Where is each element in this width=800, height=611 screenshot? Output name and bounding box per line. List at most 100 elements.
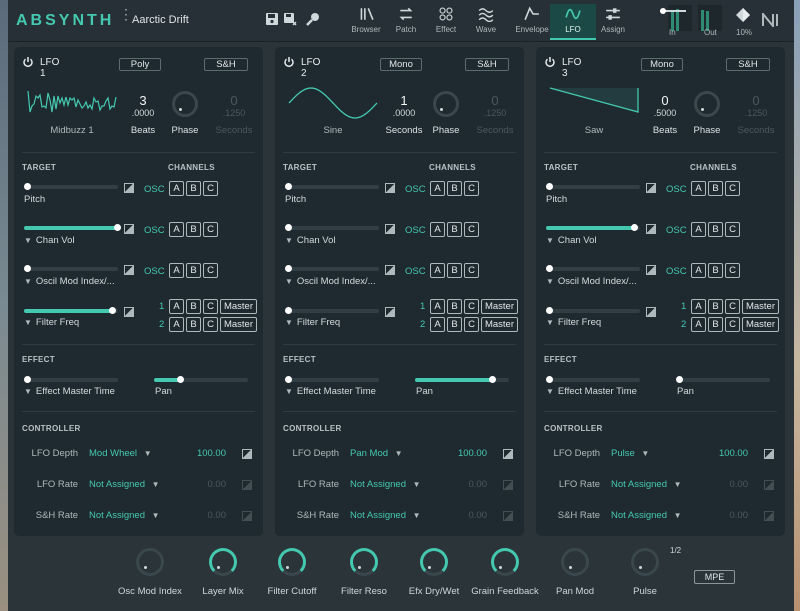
voice-mode-button[interactable]: Poly bbox=[119, 58, 161, 71]
target-label[interactable]: Pitch bbox=[285, 194, 306, 205]
target-slider[interactable] bbox=[546, 224, 640, 231]
macro-knob[interactable] bbox=[278, 548, 306, 576]
controller-source-dropdown[interactable]: Not Assigned ▼ bbox=[89, 479, 164, 490]
filter-1-channel-a-button[interactable]: A bbox=[691, 299, 706, 314]
tools-icon[interactable] bbox=[306, 12, 320, 26]
controller-polarity-icon[interactable] bbox=[242, 449, 252, 459]
filter-1-channel-a-button[interactable]: A bbox=[430, 299, 445, 314]
channel-c-button[interactable]: C bbox=[464, 263, 479, 278]
modulation-polarity-icon[interactable] bbox=[646, 183, 656, 193]
filter-2-channel-c-button[interactable]: C bbox=[464, 317, 479, 332]
channel-b-button[interactable]: B bbox=[447, 222, 462, 237]
sample-hold-button[interactable]: S&H bbox=[726, 58, 770, 71]
save-as-icon[interactable] bbox=[283, 12, 297, 26]
channel-a-button[interactable]: A bbox=[169, 181, 184, 196]
effect-target-label[interactable]: ▼ Effect Master Time bbox=[24, 386, 115, 397]
channel-c-button[interactable]: C bbox=[725, 263, 740, 278]
modulation-polarity-icon[interactable] bbox=[385, 265, 395, 275]
controller-source-dropdown[interactable]: Not Assigned ▼ bbox=[611, 479, 686, 490]
macro-knob[interactable] bbox=[136, 548, 164, 576]
target-slider[interactable] bbox=[24, 265, 118, 272]
filter-2-channel-a-button[interactable]: A bbox=[430, 317, 445, 332]
channel-a-button[interactable]: A bbox=[691, 181, 706, 196]
lfo-waveform-display[interactable] bbox=[548, 83, 640, 119]
controller-source-dropdown[interactable]: Not Assigned ▼ bbox=[350, 510, 425, 521]
modulation-polarity-icon[interactable] bbox=[385, 307, 395, 317]
controller-source-dropdown[interactable]: Not Assigned ▼ bbox=[611, 510, 686, 521]
target-label[interactable]: ▼ Chan Vol bbox=[24, 235, 74, 246]
target-slider[interactable] bbox=[24, 307, 118, 314]
channel-c-button[interactable]: C bbox=[203, 181, 218, 196]
controller-polarity-icon[interactable] bbox=[503, 449, 513, 459]
filter-1-channel-a-button[interactable]: A bbox=[169, 299, 184, 314]
macro-filter-cutoff[interactable]: Filter Cutoff bbox=[252, 548, 332, 597]
macro-layer-mix[interactable]: Layer Mix bbox=[183, 548, 263, 597]
waveform-name[interactable]: Midbuzz 1 bbox=[26, 125, 118, 136]
effect-target-label[interactable]: ▼ Effect Master Time bbox=[546, 386, 637, 397]
filter-2-channel-b-button[interactable]: B bbox=[708, 317, 723, 332]
filter-1-channel-c-button[interactable]: C bbox=[464, 299, 479, 314]
power-icon[interactable] bbox=[544, 56, 556, 68]
target-label[interactable]: ▼ Oscil Mod Index/... bbox=[546, 276, 637, 287]
filter-1-channel-b-button[interactable]: B bbox=[186, 299, 201, 314]
macro-knob[interactable] bbox=[491, 548, 519, 576]
target-label[interactable]: Pitch bbox=[24, 194, 45, 205]
waveform-name[interactable]: Saw bbox=[548, 125, 640, 136]
preset-menu-icon[interactable]: ⋮ bbox=[119, 7, 133, 28]
target-label[interactable]: ▼ Filter Freq bbox=[285, 317, 340, 328]
macro-knob[interactable] bbox=[350, 548, 378, 576]
filter-2-channel-c-button[interactable]: C bbox=[725, 317, 740, 332]
preset-name[interactable]: Aarctic Drift bbox=[132, 14, 189, 26]
channel-a-button[interactable]: A bbox=[430, 181, 445, 196]
target-slider[interactable] bbox=[285, 307, 379, 314]
target-label[interactable]: Pitch bbox=[546, 194, 567, 205]
channel-b-button[interactable]: B bbox=[708, 263, 723, 278]
controller-polarity-icon[interactable] bbox=[764, 449, 774, 459]
modulation-polarity-icon[interactable] bbox=[646, 224, 656, 234]
modulation-polarity-icon[interactable] bbox=[646, 307, 656, 317]
filter-2-channel-a-button[interactable]: A bbox=[691, 317, 706, 332]
filter-1-channel-b-button[interactable]: B bbox=[708, 299, 723, 314]
modulation-polarity-icon[interactable] bbox=[124, 265, 134, 275]
filter-1-channel-c-button[interactable]: C bbox=[725, 299, 740, 314]
channel-b-button[interactable]: B bbox=[186, 181, 201, 196]
macro-knob[interactable] bbox=[209, 548, 237, 576]
macro-osc-mod-index[interactable]: Osc Mod Index bbox=[110, 548, 190, 597]
macro-filter-reso[interactable]: Filter Reso bbox=[324, 548, 404, 597]
effect-target-label[interactable]: ▼ Effect Master Time bbox=[285, 386, 376, 397]
effect-target-slider[interactable] bbox=[285, 376, 379, 383]
controller-polarity-icon[interactable] bbox=[503, 511, 513, 521]
volume-icon[interactable] bbox=[736, 8, 750, 22]
target-slider[interactable] bbox=[285, 183, 379, 190]
target-slider[interactable] bbox=[24, 224, 121, 231]
effect-target-slider[interactable] bbox=[24, 376, 118, 383]
filter-2-master-button[interactable]: Master bbox=[742, 317, 779, 332]
filter-2-channel-a-button[interactable]: A bbox=[169, 317, 184, 332]
voice-mode-button[interactable]: Mono bbox=[641, 58, 683, 71]
channel-b-button[interactable]: B bbox=[447, 263, 462, 278]
filter-2-channel-c-button[interactable]: C bbox=[203, 317, 218, 332]
channel-b-button[interactable]: B bbox=[708, 181, 723, 196]
modulation-polarity-icon[interactable] bbox=[385, 183, 395, 193]
target-slider[interactable] bbox=[546, 183, 640, 190]
mpe-button[interactable]: MPE bbox=[694, 570, 735, 584]
channel-c-button[interactable]: C bbox=[725, 222, 740, 237]
target-label[interactable]: ▼ Chan Vol bbox=[546, 235, 596, 246]
channel-a-button[interactable]: A bbox=[430, 222, 445, 237]
macro-knob[interactable] bbox=[420, 548, 448, 576]
macro-pulse[interactable]: Pulse bbox=[605, 548, 685, 597]
macro-efx-dry-wet[interactable]: Efx Dry/Wet bbox=[394, 548, 474, 597]
channel-a-button[interactable]: A bbox=[691, 222, 706, 237]
nav-wave[interactable]: Wave bbox=[463, 4, 509, 40]
macro-knob[interactable] bbox=[631, 548, 659, 576]
channel-b-button[interactable]: B bbox=[708, 222, 723, 237]
input-gain-slider[interactable] bbox=[660, 8, 686, 14]
target-label[interactable]: ▼ Filter Freq bbox=[546, 317, 601, 328]
filter-2-channel-b-button[interactable]: B bbox=[186, 317, 201, 332]
controller-amount[interactable]: 100.00 bbox=[447, 448, 487, 459]
controller-source-dropdown[interactable]: Not Assigned ▼ bbox=[350, 479, 425, 490]
filter-2-channel-b-button[interactable]: B bbox=[447, 317, 462, 332]
filter-1-master-button[interactable]: Master bbox=[220, 299, 257, 314]
target-slider[interactable] bbox=[285, 265, 379, 272]
nav-assign[interactable]: Assign bbox=[590, 4, 636, 40]
